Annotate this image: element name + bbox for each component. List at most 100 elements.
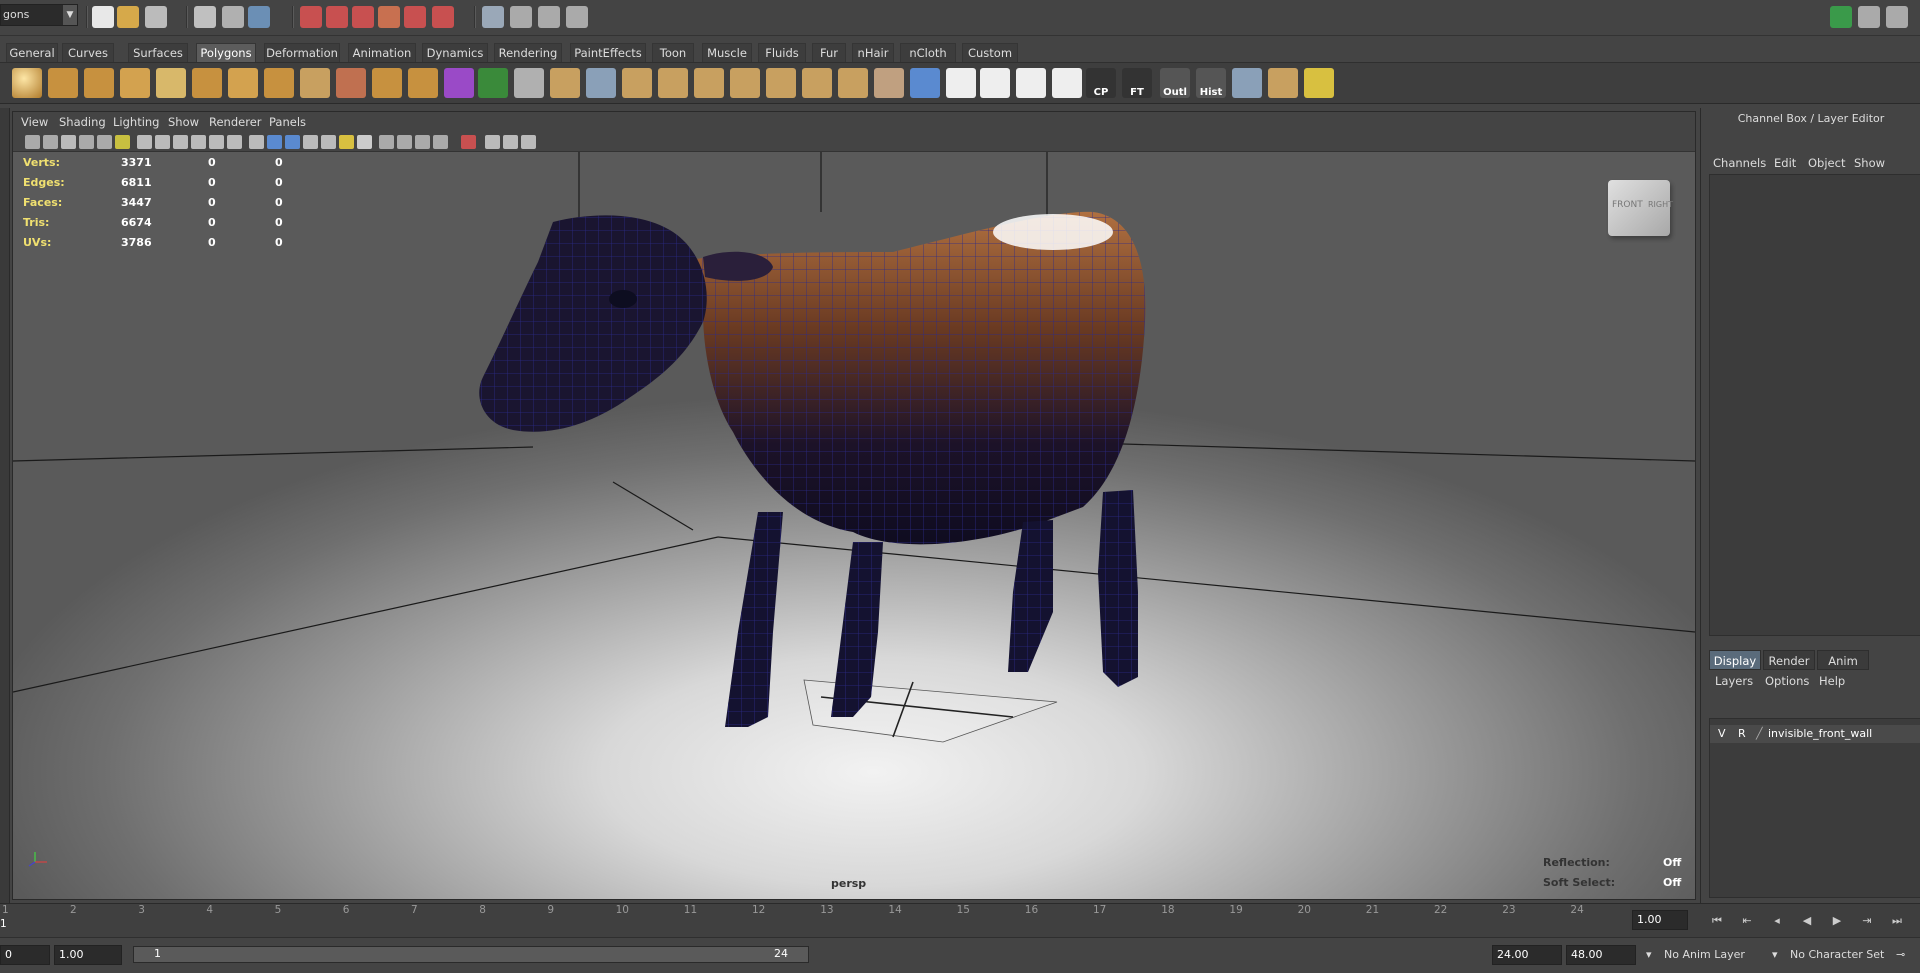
- checker-icon[interactable]: [303, 135, 318, 149]
- channel-box-toggle-icon[interactable]: [1886, 6, 1908, 28]
- tab-ncloth[interactable]: nCloth: [900, 43, 956, 62]
- chevron-down-icon[interactable]: ▾: [1772, 945, 1778, 965]
- tab-animation[interactable]: Animation: [348, 43, 416, 62]
- xray-icon[interactable]: [191, 135, 206, 149]
- wireframe-icon[interactable]: [137, 135, 152, 149]
- anim-start-field[interactable]: 0: [0, 945, 50, 965]
- poly-cylinder-icon[interactable]: [84, 68, 114, 98]
- menu-help[interactable]: Help: [1819, 674, 1845, 688]
- anim-end-field[interactable]: 48.00: [1566, 945, 1636, 965]
- tab-surfaces[interactable]: Surfaces: [128, 43, 188, 62]
- anim-layer-select[interactable]: No Anim Layer: [1664, 945, 1745, 965]
- character-set-select[interactable]: No Character Set: [1790, 945, 1884, 965]
- step-back-frame-icon[interactable]: ◂: [1770, 914, 1784, 928]
- wedge-icon[interactable]: [838, 68, 868, 98]
- collapse-icon[interactable]: [802, 68, 832, 98]
- tab-painteffects[interactable]: PaintEffects: [570, 43, 646, 62]
- play-forward-icon[interactable]: ▶: [1830, 914, 1844, 928]
- ft-icon[interactable]: FT: [1122, 68, 1152, 98]
- tab-polygons[interactable]: Polygons: [196, 43, 256, 62]
- paint-vertex-color-icon[interactable]: [1304, 68, 1334, 98]
- offset-edge-loop-icon[interactable]: [694, 68, 724, 98]
- render-view-icon[interactable]: [482, 6, 504, 28]
- isolate-icon[interactable]: [461, 135, 476, 149]
- tab-display[interactable]: Display: [1709, 650, 1761, 670]
- screen-space-icon[interactable]: [433, 135, 448, 149]
- cylindrical-map-icon[interactable]: [1016, 68, 1046, 98]
- menu-layers[interactable]: Layers: [1715, 674, 1753, 688]
- tab-toon[interactable]: Toon: [652, 43, 694, 62]
- layer-color-icon[interactable]: ╱: [1756, 727, 1763, 741]
- menu-set-select[interactable]: gons ▼: [0, 4, 78, 26]
- tab-deformation[interactable]: Deformation: [264, 43, 340, 62]
- tab-fluids[interactable]: Fluids: [758, 43, 806, 62]
- combine-icon[interactable]: [336, 68, 366, 98]
- go-to-start-icon[interactable]: ⏮: [1710, 914, 1724, 928]
- time-slider[interactable]: 1 1 2 3 4 5 6 7 8 9 10 11 12 13 14 15 16 17 18 19 20 21 22 23…: [0, 903, 1920, 938]
- append-polygon-icon[interactable]: [586, 68, 616, 98]
- menu-show[interactable]: Show: [168, 115, 199, 129]
- use-all-lights-icon[interactable]: [339, 135, 354, 149]
- make-live-icon[interactable]: [404, 6, 426, 28]
- anti-alias-icon[interactable]: [397, 135, 412, 149]
- default-light-icon[interactable]: [357, 135, 372, 149]
- channel-list[interactable]: [1709, 174, 1920, 636]
- go-to-end-icon[interactable]: ⏭: [1890, 914, 1904, 928]
- tab-dynamics[interactable]: Dynamics: [422, 43, 488, 62]
- film-gate-icon[interactable]: [115, 135, 130, 149]
- ambient-occlusion-icon[interactable]: [321, 135, 336, 149]
- range-start-field[interactable]: 1.00: [54, 945, 122, 965]
- outliner-icon[interactable]: Outl: [1160, 68, 1190, 98]
- isolate-select-icon[interactable]: [267, 135, 282, 149]
- automatic-map-icon[interactable]: [1052, 68, 1082, 98]
- layout-toggle-icon[interactable]: [1830, 6, 1852, 28]
- menu-renderer[interactable]: Renderer: [209, 115, 262, 129]
- select-camera-icon[interactable]: [25, 135, 40, 149]
- range-end-field[interactable]: 24.00: [1492, 945, 1562, 965]
- uv-editor-icon[interactable]: [946, 68, 976, 98]
- poly-pyramid-icon[interactable]: [228, 68, 258, 98]
- new-scene-icon[interactable]: [92, 6, 114, 28]
- key-icon[interactable]: ⊸: [1896, 945, 1905, 965]
- insert-edge-loop-icon[interactable]: [658, 68, 688, 98]
- motion-blur-icon[interactable]: [379, 135, 394, 149]
- depth-of-field-icon[interactable]: [415, 135, 430, 149]
- view-cube[interactable]: FRONT RIGHT: [1608, 180, 1673, 236]
- smooth-shade-icon[interactable]: [155, 135, 170, 149]
- layer-visibility-toggle[interactable]: V: [1718, 727, 1726, 741]
- tab-anim[interactable]: Anim: [1817, 650, 1869, 670]
- grid-icon[interactable]: [97, 135, 112, 149]
- poly-pipe-icon[interactable]: [264, 68, 294, 98]
- save-scene-icon[interactable]: [145, 6, 167, 28]
- chevron-down-icon[interactable]: ▾: [1646, 945, 1652, 965]
- poly-torus-icon[interactable]: [192, 68, 222, 98]
- poly-cube-icon[interactable]: [48, 68, 78, 98]
- select-component-icon[interactable]: [248, 6, 270, 28]
- menu-lighting[interactable]: Lighting: [113, 115, 159, 129]
- ipr-render-icon[interactable]: [538, 6, 560, 28]
- bevel-icon[interactable]: [730, 68, 760, 98]
- menu-object[interactable]: Object: [1808, 156, 1845, 170]
- image-plane-icon[interactable]: [79, 135, 94, 149]
- step-forward-key-icon[interactable]: ⇥: [1860, 914, 1874, 928]
- bookmark-icon[interactable]: [61, 135, 76, 149]
- poly-plane-icon[interactable]: [156, 68, 186, 98]
- extract-icon[interactable]: [408, 68, 438, 98]
- panel-layout-icon[interactable]: [521, 135, 536, 149]
- step-back-key-icon[interactable]: ⇤: [1740, 914, 1754, 928]
- separate-icon[interactable]: [372, 68, 402, 98]
- poly-cone-icon[interactable]: [120, 68, 150, 98]
- chevron-down-icon[interactable]: ▼: [63, 5, 77, 25]
- render-icon[interactable]: [510, 6, 532, 28]
- menu-edit[interactable]: Edit: [1774, 156, 1796, 170]
- poly-soccer-ball-icon[interactable]: [300, 68, 330, 98]
- hardware-texture-icon[interactable]: [285, 135, 300, 149]
- snap-point-icon[interactable]: [352, 6, 374, 28]
- layer-row[interactable]: V R ╱ invisible_front_wall: [1710, 725, 1920, 743]
- tab-render[interactable]: Render: [1763, 650, 1815, 670]
- menu-panels[interactable]: Panels: [269, 115, 306, 129]
- camera-attributes-icon[interactable]: [43, 135, 58, 149]
- transfer-attributes-icon[interactable]: [1268, 68, 1298, 98]
- menu-options[interactable]: Options: [1765, 674, 1809, 688]
- history-shelf-icon[interactable]: Hist: [1196, 68, 1226, 98]
